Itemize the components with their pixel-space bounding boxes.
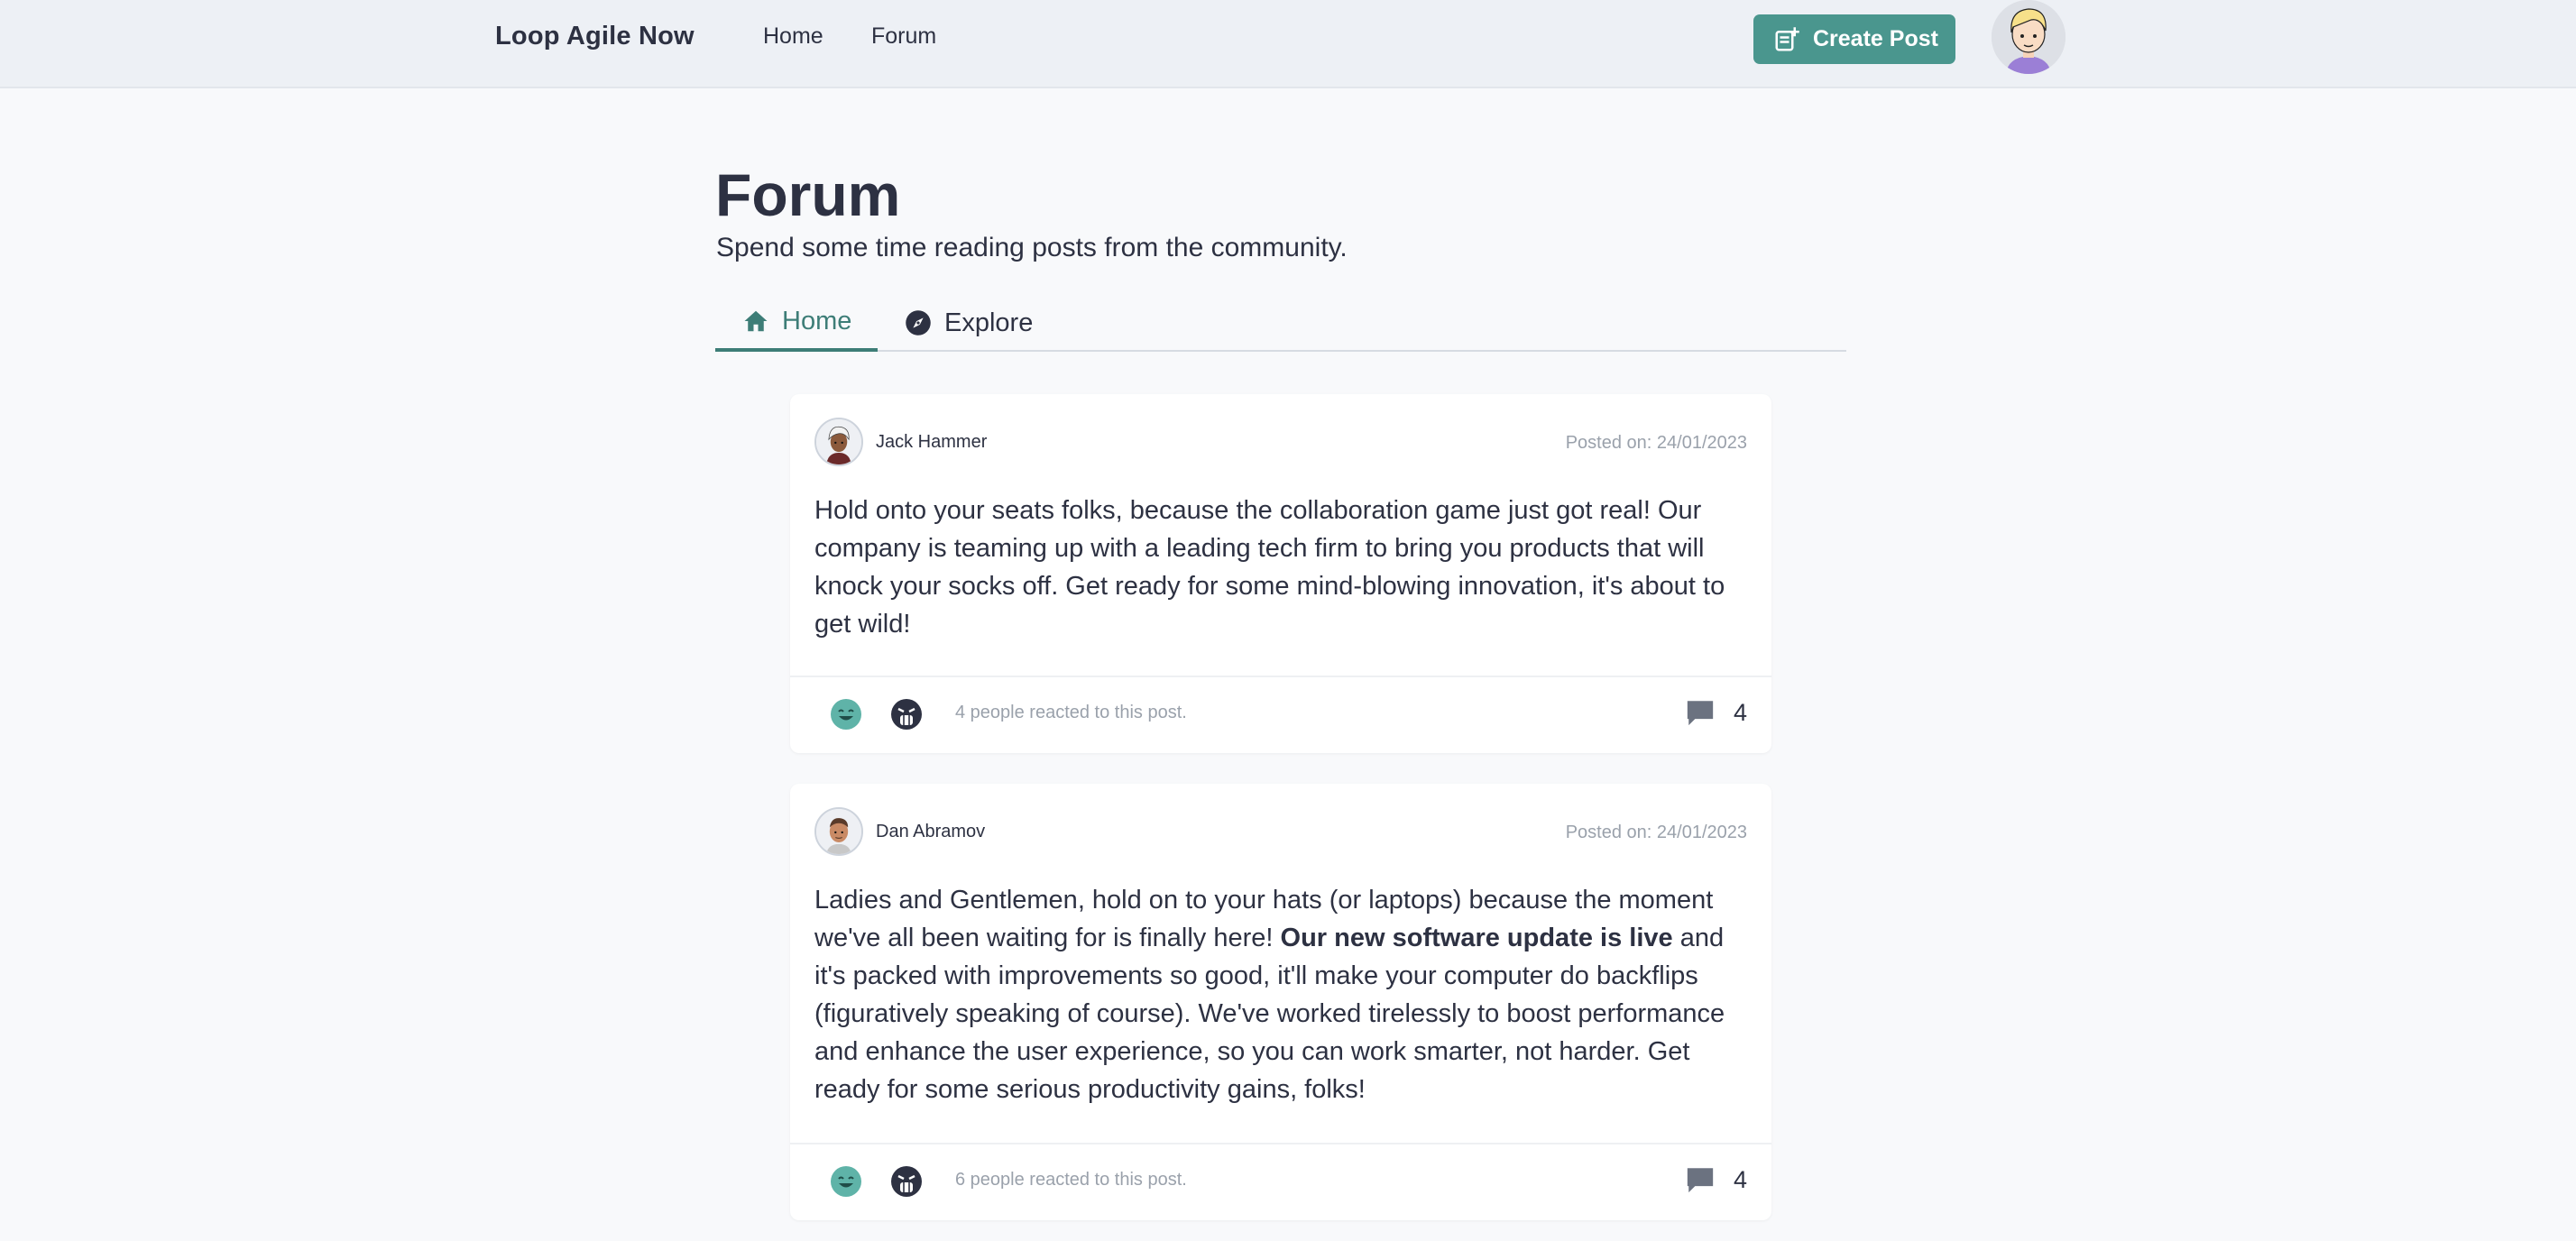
comments-button[interactable]: 4: [1685, 697, 1747, 728]
create-post-label: Create Post: [1813, 26, 1938, 51]
angry-reaction-icon[interactable]: [889, 697, 924, 731]
comment-icon: [1687, 1168, 1714, 1193]
compass-icon: [906, 310, 931, 336]
comments-count: 4: [1733, 698, 1747, 726]
smile-reaction-icon[interactable]: [829, 1164, 863, 1199]
user-avatar[interactable]: [1992, 0, 2065, 74]
post-date: Posted on: 24/01/2023: [1565, 433, 1747, 453]
post-author[interactable]: Jack Hammer: [876, 432, 987, 453]
page-subtitle: Spend some time reading posts from the c…: [716, 233, 1348, 262]
create-post-button[interactable]: Create Post: [1753, 14, 1955, 64]
comments-count: 4: [1733, 1165, 1747, 1193]
nav-link-home[interactable]: Home: [763, 23, 823, 50]
post-author[interactable]: Dan Abramov: [876, 822, 985, 842]
comment-icon: [1687, 701, 1714, 726]
post-footer: 4 people reacted to this post. 4: [790, 676, 1771, 753]
post-body-bold: Our new software update is live: [1280, 924, 1673, 952]
author-avatar[interactable]: [814, 418, 863, 466]
post-header: Dan Abramov: [814, 807, 985, 856]
reactions-count-text: 4 people reacted to this post.: [955, 703, 1187, 722]
reactions-count-text: 6 people reacted to this post.: [955, 1170, 1187, 1190]
post-header: Jack Hammer: [814, 418, 987, 466]
author-avatar-icon: [816, 419, 861, 464]
user-avatar-icon: [1992, 0, 2065, 74]
comments-button[interactable]: 4: [1685, 1164, 1747, 1195]
add-post-icon: [1775, 26, 1799, 51]
smile-reaction-icon[interactable]: [829, 697, 863, 731]
home-icon: [744, 310, 768, 332]
post-date: Posted on: 24/01/2023: [1565, 823, 1747, 842]
forum-tabs: Home Explore: [715, 294, 1846, 352]
tab-home-label: Home: [782, 306, 852, 336]
nav-link-forum[interactable]: Forum: [871, 23, 936, 50]
page-title: Forum: [715, 161, 901, 228]
post-card: Jack Hammer Posted on: 24/01/2023 Hold o…: [790, 394, 1771, 753]
brand-logo[interactable]: Loop Agile Now: [495, 22, 695, 51]
author-avatar-icon: [816, 809, 861, 854]
tab-explore-label: Explore: [944, 308, 1034, 337]
top-navbar: Loop Agile Now Home Forum Create Post: [0, 0, 2576, 88]
post-footer: 6 people reacted to this post. 4: [790, 1143, 1771, 1220]
angry-reaction-icon[interactable]: [889, 1164, 924, 1199]
post-body: Hold onto your seats folks, because the …: [814, 492, 1734, 643]
post-body: Ladies and Gentlemen, hold on to your ha…: [814, 881, 1734, 1108]
author-avatar[interactable]: [814, 807, 863, 856]
tab-home[interactable]: Home: [715, 294, 878, 352]
tab-explore[interactable]: Explore: [905, 294, 1033, 352]
post-body-text: Hold onto your seats folks, because the …: [814, 496, 1725, 639]
post-card: Dan Abramov Posted on: 24/01/2023 Ladies…: [790, 784, 1771, 1220]
